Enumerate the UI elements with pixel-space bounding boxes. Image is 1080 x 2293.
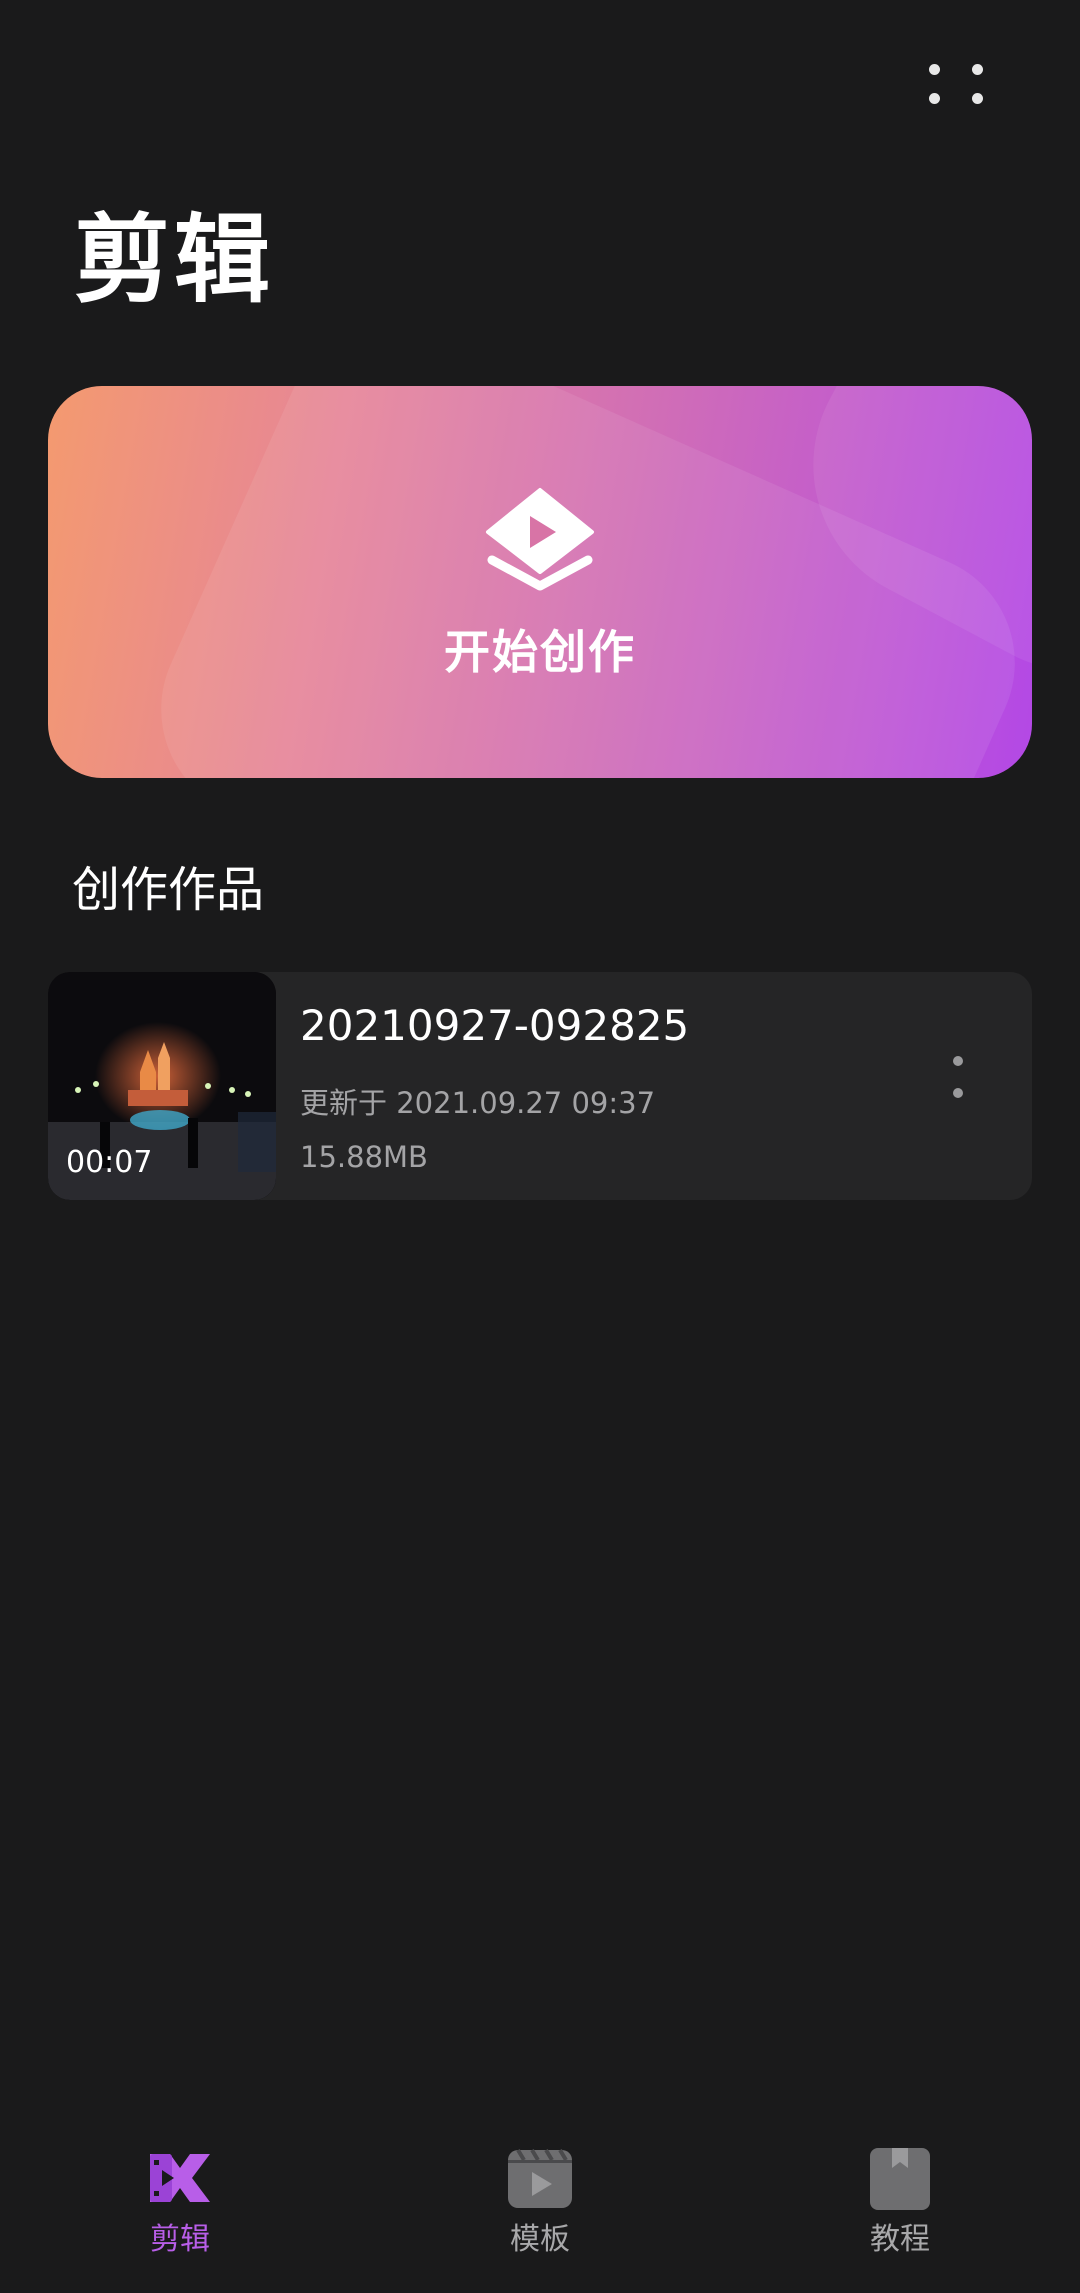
vertical-dot (953, 1088, 963, 1098)
tutorial-book-icon (870, 2148, 930, 2210)
layers-play-icon (486, 488, 594, 591)
work-list-item[interactable]: 00:07 20210927-092825 更新于 2021.09.27 09:… (48, 972, 1032, 1200)
more-options-button[interactable] (908, 44, 1004, 124)
more-dot (972, 64, 983, 75)
bottom-tab-bar: 剪辑 模板 教程 (0, 2120, 1080, 2293)
more-dot (972, 93, 983, 104)
start-create-button[interactable]: 开始创作 (48, 386, 1032, 778)
template-play-icon (508, 2148, 572, 2208)
page-title: 剪辑 (74, 204, 274, 316)
work-updated-time: 更新于 2021.09.27 09:37 (300, 1086, 656, 1120)
edit-film-icon (150, 2154, 210, 2202)
tab-label: 教程 (870, 2222, 930, 2257)
works-section-title: 创作作品 (72, 862, 265, 918)
app-screen: 剪辑 开始创作 创作作品 00:07 20210927-092825 更新于 2… (0, 0, 1080, 2293)
vertical-dots-icon (953, 1056, 963, 1066)
tab-tutorials[interactable]: 教程 (800, 2142, 1000, 2272)
tab-label: 模板 (510, 2222, 570, 2257)
tab-label: 剪辑 (150, 2222, 210, 2257)
video-duration: 00:07 (66, 1145, 153, 1180)
tab-edit[interactable]: 剪辑 (80, 2142, 280, 2272)
work-file-size: 15.88MB (300, 1140, 428, 1174)
start-create-label: 开始创作 (444, 625, 636, 679)
video-thumbnail: 00:07 (48, 972, 276, 1200)
work-more-button[interactable] (928, 1022, 988, 1132)
tab-templates[interactable]: 模板 (440, 2142, 640, 2272)
more-dots-icon (929, 64, 940, 75)
work-name: 20210927-092825 (300, 1001, 690, 1050)
more-dot (929, 93, 940, 104)
